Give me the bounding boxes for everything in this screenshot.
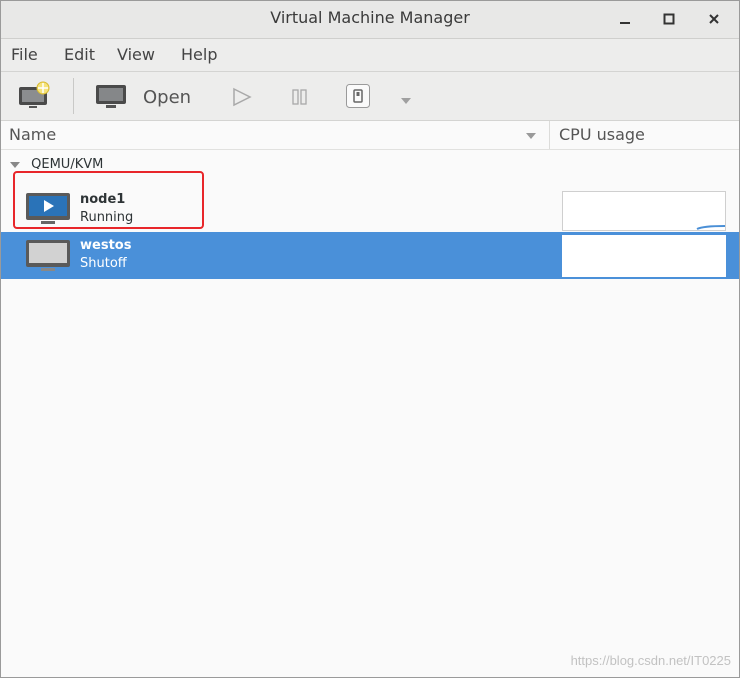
column-separator[interactable] [549, 121, 550, 149]
cpu-sparkline [696, 225, 725, 230]
pause-button[interactable] [289, 87, 311, 111]
menu-bar: File Edit View Help [1, 39, 739, 72]
column-name-header[interactable]: Name [9, 125, 56, 144]
cpu-usage-graph [562, 235, 726, 277]
open-label: Open [143, 86, 192, 108]
toolbar-separator [73, 78, 74, 114]
new-vm-icon [19, 81, 50, 108]
expander-icon[interactable] [9, 160, 21, 170]
list-header: Name CPU usage [1, 121, 739, 150]
menu-file[interactable]: File [11, 45, 38, 64]
maximize-icon [663, 13, 675, 25]
minimize-button[interactable] [613, 7, 637, 31]
run-button[interactable] [231, 87, 253, 111]
column-cpu-header[interactable]: CPU usage [559, 125, 645, 144]
watermark: https://blog.csdn.net/IT0225 [570, 653, 731, 668]
new-vm-button[interactable] [17, 81, 51, 115]
maximize-button[interactable] [657, 7, 681, 31]
connection-group[interactable]: QEMU/KVM [9, 155, 103, 169]
vm-status: Shutoff [80, 256, 127, 271]
vm-row-westos[interactable]: westos Shutoff [1, 232, 739, 279]
annotation-highlight-box [13, 171, 204, 229]
toolbar: Open [1, 72, 739, 121]
sort-arrow-icon[interactable] [524, 131, 538, 141]
monitor-icon [96, 85, 126, 108]
shutdown-menu-button[interactable] [399, 91, 413, 110]
cpu-usage-graph [562, 191, 726, 231]
shutdown-icon [346, 84, 370, 108]
pause-icon [292, 89, 307, 105]
menu-view[interactable]: View [117, 45, 155, 64]
shutoff-vm-icon [26, 240, 70, 271]
menu-help[interactable]: Help [181, 45, 217, 64]
minimize-icon [620, 22, 630, 24]
close-icon [709, 14, 719, 24]
main-window: Virtual Machine Manager File Edit View H… [0, 0, 740, 678]
title-bar[interactable]: Virtual Machine Manager [1, 1, 739, 39]
close-button[interactable] [702, 7, 726, 31]
shutdown-button[interactable] [345, 83, 371, 113]
connection-label: QEMU/KVM [31, 157, 104, 169]
menu-edit[interactable]: Edit [64, 45, 95, 64]
open-button[interactable]: Open [95, 84, 191, 110]
play-icon [233, 87, 252, 107]
dropdown-arrow-icon [401, 98, 411, 104]
vm-name: westos [80, 238, 132, 253]
